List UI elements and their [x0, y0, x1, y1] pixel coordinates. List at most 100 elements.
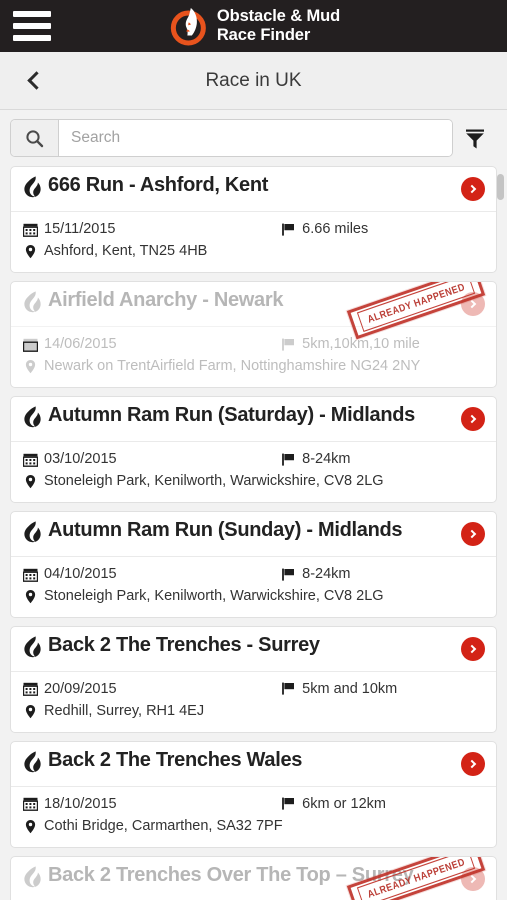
- race-date: 03/10/2015: [23, 448, 281, 470]
- fire-icon: [23, 291, 44, 319]
- race-card-2[interactable]: Autumn Ram Run (Saturday) - Midlands 03/…: [10, 395, 497, 503]
- search-button[interactable]: [11, 120, 59, 156]
- fire-icon: [23, 176, 44, 204]
- race-location: Cothi Bridge, Carmarthen, SA32 7PF: [23, 815, 484, 837]
- fire-icon: [23, 636, 44, 664]
- calendar-icon: [23, 567, 38, 582]
- calendar-icon: [23, 681, 38, 697]
- race-card-header: Back 2 Trenches Over The Top – Surrey AL…: [11, 856, 496, 900]
- race-detail-button[interactable]: [461, 521, 485, 546]
- race-location: Stoneleigh Park, Kenilworth, Warwickshir…: [23, 470, 484, 492]
- race-card-5[interactable]: Back 2 The Trenches Wales 18/10/2015 6km…: [10, 740, 497, 848]
- scrollbar-thumb[interactable]: [497, 174, 504, 200]
- race-title: Autumn Ram Run (Saturday) - Midlands: [48, 403, 415, 426]
- app-root: Obstacle & Mud Race Finder Race in UK Se…: [0, 0, 507, 900]
- race-location-text: Redhill, Surrey, RH1 4EJ: [44, 703, 205, 720]
- race-card-0[interactable]: 666 Run - Ashford, Kent 15/11/2015 6.66 …: [10, 166, 497, 273]
- race-location-text: Newark on TrentAirfield Farm, Nottingham…: [44, 358, 421, 375]
- chevron-right-icon: [467, 644, 477, 653]
- brand-logo-group[interactable]: Obstacle & Mud Race Finder: [167, 5, 340, 47]
- race-detail-button[interactable]: [461, 636, 485, 661]
- race-card-header: Autumn Ram Run (Saturday) - Midlands: [11, 397, 496, 442]
- race-distance: 6.66 miles: [281, 218, 484, 240]
- race-location-text: Stoneleigh Park, Kenilworth, Warwickshir…: [44, 588, 384, 605]
- race-date-text: 20/09/2015: [44, 680, 117, 697]
- map-pin-icon: [23, 474, 38, 489]
- race-meta-row-1: 04/10/2015 8-24km: [23, 563, 484, 585]
- race-list[interactable]: 666 Run - Ashford, Kent 15/11/2015 6.66 …: [0, 166, 507, 900]
- brand-title: Obstacle & Mud Race Finder: [217, 7, 340, 45]
- map-pin-icon: [23, 819, 38, 834]
- race-meta-row-1: 14/06/2015 5km,10km,10 mile: [23, 333, 484, 355]
- race-date-text: 14/06/2015: [44, 335, 117, 352]
- flag-icon: [281, 567, 296, 582]
- stamp-label: ALREADY HAPPENED: [356, 856, 476, 900]
- race-detail-button[interactable]: [461, 177, 485, 201]
- race-title: Airfield Anarchy - Newark: [48, 288, 284, 311]
- race-card-body: 20/09/2015 5km and 10km Redhill, Surrey,…: [11, 672, 496, 732]
- calendar-icon: [23, 796, 38, 812]
- back-button[interactable]: [8, 52, 60, 109]
- search-icon: [26, 129, 44, 147]
- race-card-6[interactable]: Back 2 Trenches Over The Top – Surrey AL…: [10, 855, 497, 900]
- race-detail-button[interactable]: [461, 751, 485, 776]
- brand-line-1: Obstacle & Mud: [216, 6, 341, 25]
- race-date: 14/06/2015: [23, 333, 281, 355]
- fire-icon: [23, 406, 44, 434]
- race-card-3[interactable]: Autumn Ram Run (Sunday) - Midlands 04/10…: [10, 510, 497, 618]
- search-input[interactable]: [59, 120, 452, 156]
- race-location-text: Cothi Bridge, Carmarthen, SA32 7PF: [44, 818, 283, 835]
- race-meta-row-1: 03/10/2015 8-24km: [23, 448, 484, 470]
- race-title: Autumn Ram Run (Sunday) - Midlands: [48, 518, 403, 541]
- fire-icon: [23, 751, 44, 779]
- filter-button[interactable]: [453, 119, 497, 157]
- calendar-icon: [23, 452, 38, 467]
- race-card-4[interactable]: Back 2 The Trenches - Surrey 20/09/2015 …: [10, 625, 497, 733]
- map-pin-icon: [23, 359, 38, 374]
- race-date-text: 04/10/2015: [44, 565, 117, 582]
- race-location: Ashford, Kent, TN25 4HB: [23, 240, 484, 262]
- hamburger-bar: [13, 11, 51, 17]
- race-meta-row-1: 18/10/2015 6km or 12km: [23, 793, 484, 815]
- page-title: Race in UK: [205, 69, 302, 91]
- map-pin-icon: [23, 589, 38, 604]
- race-distance: 6km or 12km: [281, 793, 484, 815]
- race-meta-row-1: 15/11/2015 6.66 miles: [23, 218, 484, 240]
- race-card-header: Back 2 The Trenches - Surrey: [11, 627, 496, 672]
- filter-funnel-icon: [466, 129, 484, 149]
- stamp-label: ALREADY HAPPENED: [356, 281, 476, 332]
- race-detail-button[interactable]: [461, 406, 485, 431]
- race-title: Back 2 The Trenches - Surrey: [48, 633, 320, 656]
- search-bar: [0, 110, 507, 166]
- flag-icon: [281, 796, 296, 811]
- race-location: Stoneleigh Park, Kenilworth, Warwickshir…: [23, 585, 484, 607]
- chevron-right-icon: [467, 414, 477, 424]
- race-title: Back 2 The Trenches Wales: [48, 748, 303, 771]
- race-card-header: Autumn Ram Run (Sunday) - Midlands: [11, 512, 496, 557]
- race-distance-text: 6km or 12km: [302, 795, 386, 812]
- race-card-body: 15/11/2015 6.66 miles Ashford, Kent, TN2…: [11, 212, 496, 272]
- race-card-header: Back 2 The Trenches Wales: [11, 742, 496, 787]
- chevron-right-icon: [467, 299, 477, 309]
- calendar-icon: [23, 337, 38, 352]
- flag-icon: [281, 222, 296, 237]
- race-location-text: Stoneleigh Park, Kenilworth, Warwickshir…: [44, 473, 384, 490]
- fire-icon: [23, 521, 44, 549]
- race-date-text: 15/11/2015: [44, 221, 116, 237]
- race-card-1[interactable]: Airfield Anarchy - Newark ALREADY HAPPEN…: [10, 280, 497, 388]
- race-meta-row-1: 20/09/2015 5km and 10km: [23, 678, 484, 700]
- race-distance-text: 6.66 miles: [302, 221, 369, 237]
- brand-line-2: Race Finder: [216, 26, 311, 44]
- hamburger-bar: [13, 23, 51, 29]
- race-date: 15/11/2015: [23, 218, 281, 240]
- race-distance: 5km,10km,10 mile: [281, 333, 484, 355]
- race-location-text: Ashford, Kent, TN25 4HB: [44, 243, 208, 260]
- chevron-right-icon: [467, 759, 477, 768]
- map-pin-icon: [23, 704, 38, 719]
- hamburger-bar: [13, 35, 51, 41]
- race-card-body: 18/10/2015 6km or 12km Cothi Bridge, Car…: [11, 787, 496, 847]
- map-pin-icon: [23, 244, 38, 259]
- hamburger-menu-icon[interactable]: [13, 11, 51, 41]
- scrollbar[interactable]: [496, 166, 505, 900]
- flag-icon: [281, 337, 296, 352]
